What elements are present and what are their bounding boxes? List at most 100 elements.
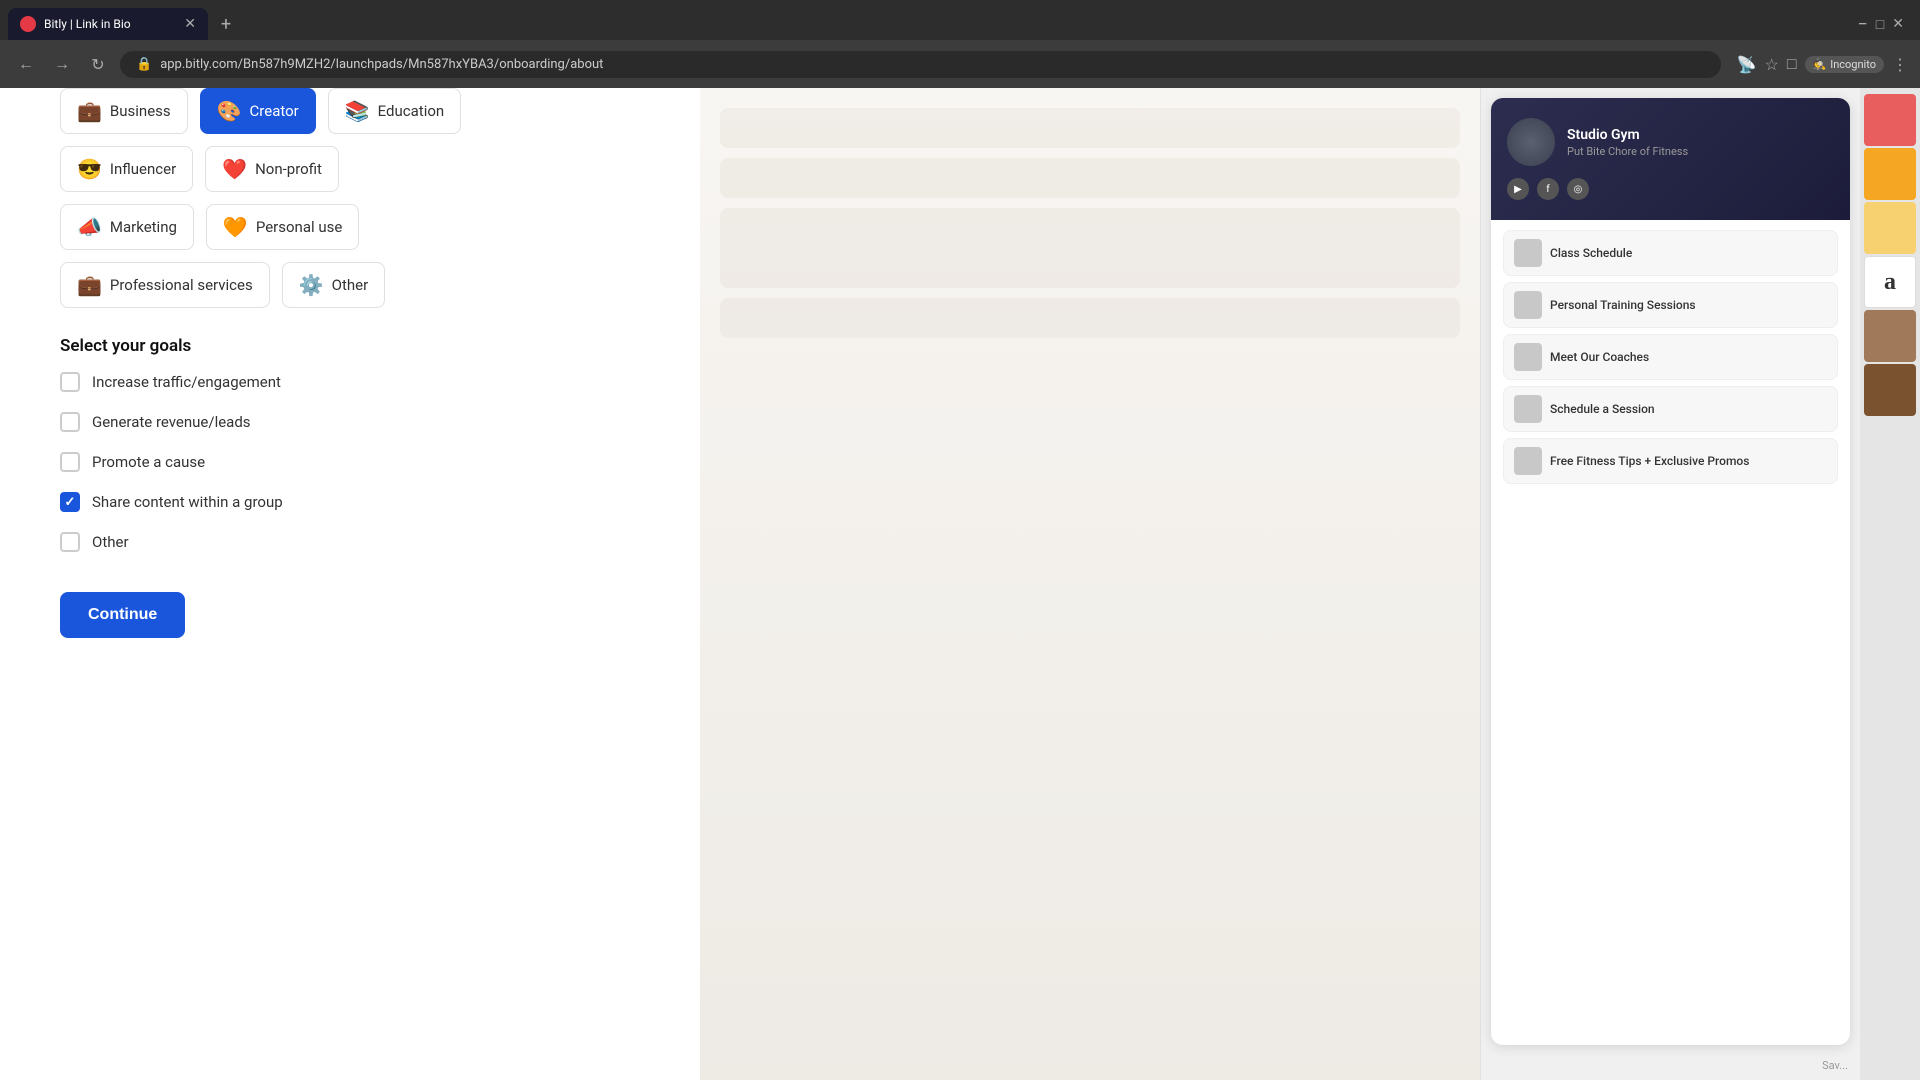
goal-checkbox-other[interactable] [60, 532, 80, 552]
category-professional-services[interactable]: 💼 Professional services [60, 262, 270, 308]
category-business[interactable]: 💼 Business [60, 88, 188, 134]
refresh-button[interactable]: ↻ [84, 50, 112, 78]
preview-social-icons: ▶ f ◎ [1507, 178, 1834, 200]
business-label: Business [110, 102, 171, 120]
education-emoji: 📚 [345, 99, 370, 123]
tab-close-button[interactable]: ✕ [184, 16, 196, 32]
goal-item-cause: Promote a cause [60, 452, 640, 472]
active-tab[interactable]: Bitly | Link in Bio ✕ [8, 8, 208, 40]
business-emoji: 💼 [77, 99, 102, 123]
preview-profile-info: Studio Gym Put Bite Chore of Fitness [1567, 127, 1688, 158]
link-label-4: Schedule a Session [1550, 402, 1655, 416]
category-row-1: 💼 Business 🎨 Creator 📚 Education [60, 88, 640, 134]
goal-label-share-content: Share content within a group [92, 493, 283, 511]
menu-icon[interactable]: ⋮ [1892, 55, 1908, 74]
category-influencer[interactable]: 😎 Influencer [60, 146, 193, 192]
other-category-label: Other [332, 276, 369, 294]
goal-label-revenue: Generate revenue/leads [92, 413, 251, 431]
category-marketing[interactable]: 📣 Marketing [60, 204, 194, 250]
preview-link-class-schedule: Class Schedule [1503, 230, 1838, 276]
link-thumb-2 [1514, 291, 1542, 319]
thumb-food1 [1864, 310, 1916, 362]
category-non-profit[interactable]: ❤️ Non-profit [205, 146, 339, 192]
link-label-5: Free Fitness Tips + Exclusive Promos [1550, 454, 1749, 468]
link-thumb-1 [1514, 239, 1542, 267]
url-text: app.bitly.com/Bn587h9MZH2/launchpads/Mn5… [160, 57, 1704, 72]
continue-button[interactable]: Continue [60, 592, 185, 638]
back-button[interactable]: ← [12, 50, 40, 78]
cast-icon[interactable]: 📡 [1737, 55, 1757, 74]
lock-icon: 🔒 [136, 57, 152, 72]
tab-favicon [20, 16, 36, 32]
goals-section: Select your goals Increase traffic/engag… [60, 336, 640, 552]
category-row-2: 😎 Influencer ❤️ Non-profit [60, 146, 640, 192]
youtube-icon: ▶ [1507, 178, 1529, 200]
other-category-emoji: ⚙️ [299, 273, 324, 297]
category-row-3: 📣 Marketing 🧡 Personal use [60, 204, 640, 250]
non-profit-emoji: ❤️ [222, 157, 247, 181]
goal-label-cause: Promote a cause [92, 453, 205, 471]
minimize-button[interactable]: − [1858, 14, 1868, 35]
incognito-label: Incognito [1830, 58, 1876, 71]
preview-card-header: Studio Gym Put Bite Chore of Fitness ▶ f… [1491, 98, 1850, 220]
goal-label-traffic: Increase traffic/engagement [92, 373, 281, 391]
preview-section: Studio Gym Put Bite Chore of Fitness ▶ f… [1480, 88, 1860, 1080]
bookmark-icon[interactable]: ☆ [1764, 55, 1778, 74]
browser-chrome: Bitly | Link in Bio ✕ + − □ ✕ ← → ↻ 🔒 ap… [0, 0, 1920, 88]
thumb-yellow [1864, 202, 1916, 254]
category-education[interactable]: 📚 Education [328, 88, 461, 134]
extensions-icon[interactable]: □ [1787, 54, 1797, 74]
goal-checkbox-revenue[interactable] [60, 412, 80, 432]
link-thumb-4 [1514, 395, 1542, 423]
incognito-icon: 🕵️ [1813, 58, 1827, 71]
education-label: Education [378, 102, 445, 120]
link-label-3: Meet Our Coaches [1550, 350, 1649, 364]
forward-button[interactable]: → [48, 50, 76, 78]
category-other[interactable]: ⚙️ Other [282, 262, 385, 308]
goal-item-other: Other [60, 532, 640, 552]
category-personal-use[interactable]: 🧡 Personal use [206, 204, 359, 250]
new-tab-button[interactable]: + [212, 10, 240, 38]
goal-checkbox-cause[interactable] [60, 452, 80, 472]
thumb-red [1864, 94, 1916, 146]
link-label-2: Personal Training Sessions [1550, 298, 1696, 312]
category-row-4: 💼 Professional services ⚙️ Other [60, 262, 640, 308]
influencer-emoji: 😎 [77, 157, 102, 181]
personal-use-label: Personal use [256, 218, 342, 236]
preview-tagline: Put Bite Chore of Fitness [1567, 145, 1688, 158]
non-profit-label: Non-profit [255, 160, 322, 178]
marketing-emoji: 📣 [77, 215, 102, 239]
link-thumb-5 [1514, 447, 1542, 475]
goal-checkbox-share-content[interactable] [60, 492, 80, 512]
save-label: Sav... [1481, 1055, 1860, 1080]
goal-item-revenue: Generate revenue/leads [60, 412, 640, 432]
goal-label-other: Other [92, 533, 129, 551]
thumb-orange [1864, 148, 1916, 200]
professional-services-label: Professional services [110, 276, 253, 294]
close-window-button[interactable]: ✕ [1892, 16, 1904, 32]
preview-link-coaches: Meet Our Coaches [1503, 334, 1838, 380]
faded-content [720, 108, 1460, 348]
preview-link-personal-training: Personal Training Sessions [1503, 282, 1838, 328]
instagram-icon: ◎ [1567, 178, 1589, 200]
category-creator[interactable]: 🎨 Creator [200, 88, 316, 134]
goal-checkbox-traffic[interactable] [60, 372, 80, 392]
address-bar[interactable]: 🔒 app.bitly.com/Bn587h9MZH2/launchpads/M… [120, 51, 1721, 78]
link-label-1: Class Schedule [1550, 246, 1632, 260]
facebook-icon: f [1537, 178, 1559, 200]
maximize-button[interactable]: □ [1876, 16, 1884, 33]
creator-emoji: 🎨 [217, 99, 242, 123]
goals-title: Select your goals [60, 336, 640, 356]
preview-avatar [1507, 118, 1555, 166]
influencer-label: Influencer [110, 160, 176, 178]
preview-profile-row: Studio Gym Put Bite Chore of Fitness [1507, 118, 1834, 166]
form-area: 💼 Business 🎨 Creator 📚 Education 😎 Influ… [0, 88, 700, 1080]
form-bg-right [700, 88, 1480, 1080]
preview-links-container: Class Schedule Personal Training Session… [1491, 220, 1850, 494]
goal-item-traffic: Increase traffic/engagement [60, 372, 640, 392]
page-layout: 💼 Business 🎨 Creator 📚 Education 😎 Influ… [0, 88, 1920, 1080]
creator-label: Creator [250, 102, 299, 120]
thumb-food2 [1864, 364, 1916, 416]
preview-card: Studio Gym Put Bite Chore of Fitness ▶ f… [1491, 98, 1850, 1045]
preview-link-promos: Free Fitness Tips + Exclusive Promos [1503, 438, 1838, 484]
